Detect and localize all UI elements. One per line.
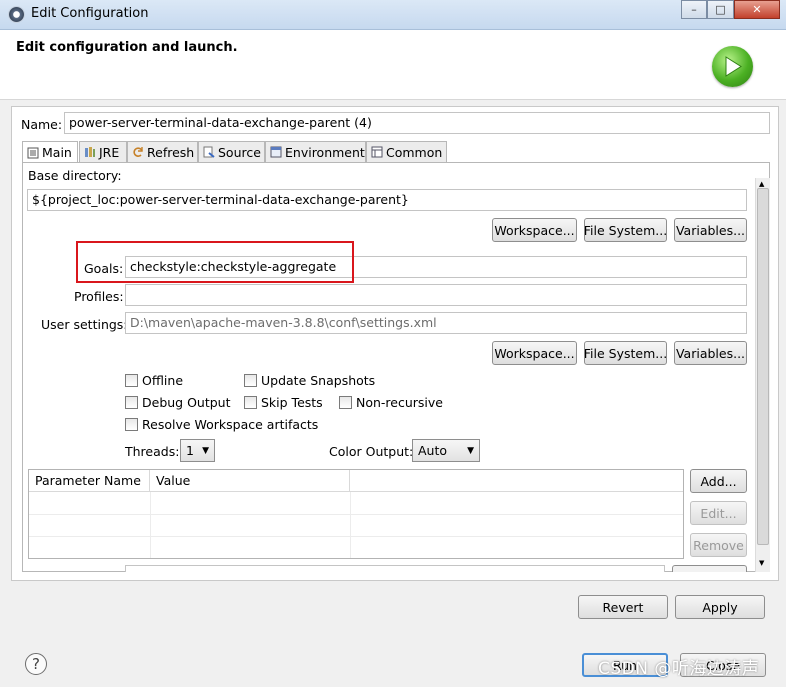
window-title: Edit Configuration (31, 6, 149, 21)
tab-main-label: Main (42, 145, 72, 160)
workspace-button[interactable]: Workspace... (492, 218, 577, 242)
environment-tab-icon (270, 146, 282, 158)
file-system-button[interactable]: File System... (584, 218, 667, 242)
minimize-button[interactable]: – (681, 0, 707, 19)
user-settings-label: User settings: (41, 317, 128, 332)
offline-checkbox[interactable]: Offline (125, 373, 183, 388)
edit-parameter-button[interactable]: Edit... (690, 501, 747, 525)
threads-value: 1 (186, 443, 194, 458)
revert-button[interactable]: Revert (578, 595, 668, 619)
resolve-workspace-checkbox[interactable]: Resolve Workspace artifacts (125, 417, 318, 432)
tab-common[interactable]: Common (366, 141, 447, 162)
refresh-tab-icon (132, 146, 144, 158)
non-recursive-checkbox[interactable]: Non-recursive (339, 395, 443, 410)
color-output-label: Color Output: (329, 444, 414, 459)
add-parameter-button[interactable]: Add... (690, 469, 747, 493)
tab-refresh[interactable]: Refresh (127, 141, 198, 162)
base-directory-label: Base directory: (28, 168, 122, 183)
apply-button[interactable]: Apply (675, 595, 765, 619)
clipped-field (125, 565, 665, 572)
scroll-thumb[interactable] (757, 188, 769, 545)
vertical-scrollbar[interactable]: ▲ ▼ (755, 178, 770, 572)
scroll-up-icon[interactable]: ▲ (759, 180, 764, 188)
app-icon (8, 6, 25, 23)
color-output-select[interactable]: Auto ▼ (412, 439, 480, 462)
maximize-button[interactable]: □ (707, 0, 734, 19)
tab-environment[interactable]: Environment (265, 141, 366, 162)
run-icon (712, 46, 753, 87)
tab-jre-label: JRE (99, 144, 120, 160)
threads-label: Threads: (125, 444, 180, 459)
tab-source-label: Source (218, 144, 261, 160)
color-output-value: Auto (418, 443, 448, 458)
variables-button-2[interactable]: Variables... (674, 341, 747, 365)
close-window-button[interactable]: ✕ (734, 0, 780, 19)
tab-environment-label: Environment (285, 144, 365, 160)
scroll-down-icon[interactable]: ▼ (759, 559, 764, 567)
user-settings-field[interactable]: D:\maven\apache-maven-3.8.8\conf\setting… (125, 312, 747, 334)
tab-refresh-label: Refresh (147, 144, 195, 160)
chevron-down-icon: ▼ (467, 445, 474, 456)
goals-highlight-box (76, 241, 354, 283)
update-snapshots-checkbox[interactable]: Update Snapshots (244, 373, 375, 388)
tab-jre[interactable]: JRE (79, 141, 127, 162)
skip-tests-label: Skip Tests (261, 395, 323, 410)
profiles-label: Profiles: (74, 289, 124, 304)
update-snapshots-label: Update Snapshots (261, 373, 376, 388)
name-label: Name: (21, 117, 63, 132)
column-header-value[interactable]: Value (150, 470, 350, 492)
remove-parameter-button[interactable]: Remove (690, 533, 747, 557)
base-directory-field[interactable]: ${project_loc:power-server-terminal-data… (27, 189, 747, 211)
source-tab-icon (203, 146, 215, 158)
help-icon[interactable]: ? (25, 653, 47, 675)
non-recursive-label: Non-recursive (356, 395, 443, 410)
jre-tab-icon (84, 146, 96, 158)
watermark: CSDN @听海边涛声 (598, 659, 760, 679)
header-title: Edit configuration and launch. (16, 40, 238, 55)
chevron-down-icon: ▼ (202, 445, 209, 456)
file-system-button-2[interactable]: File System... (584, 341, 667, 365)
column-header-parameter-name[interactable]: Parameter Name (29, 470, 150, 492)
workspace-button-2[interactable]: Workspace... (492, 341, 577, 365)
column-header-empty (350, 470, 683, 492)
common-tab-icon (371, 146, 383, 158)
tab-main[interactable]: Main (22, 141, 78, 163)
clipped-button (672, 565, 747, 572)
debug-output-label: Debug Output (142, 395, 231, 410)
row-divider (29, 514, 683, 515)
main-tab-icon (27, 147, 39, 159)
threads-select[interactable]: 1 ▼ (180, 439, 215, 462)
skip-tests-checkbox[interactable]: Skip Tests (244, 395, 323, 410)
profiles-field[interactable] (125, 284, 747, 306)
variables-button[interactable]: Variables... (674, 218, 747, 242)
column-divider (350, 492, 351, 558)
tab-common-label: Common (386, 144, 443, 160)
tab-source[interactable]: Source (198, 141, 265, 162)
parameters-table[interactable]: Parameter Name Value (28, 469, 684, 559)
column-divider (150, 492, 151, 558)
debug-output-checkbox[interactable]: Debug Output (125, 395, 231, 410)
resolve-workspace-label: Resolve Workspace artifacts (142, 417, 319, 432)
row-divider (29, 536, 683, 537)
name-field[interactable]: power-server-terminal-data-exchange-pare… (64, 112, 770, 134)
offline-label: Offline (142, 373, 184, 388)
